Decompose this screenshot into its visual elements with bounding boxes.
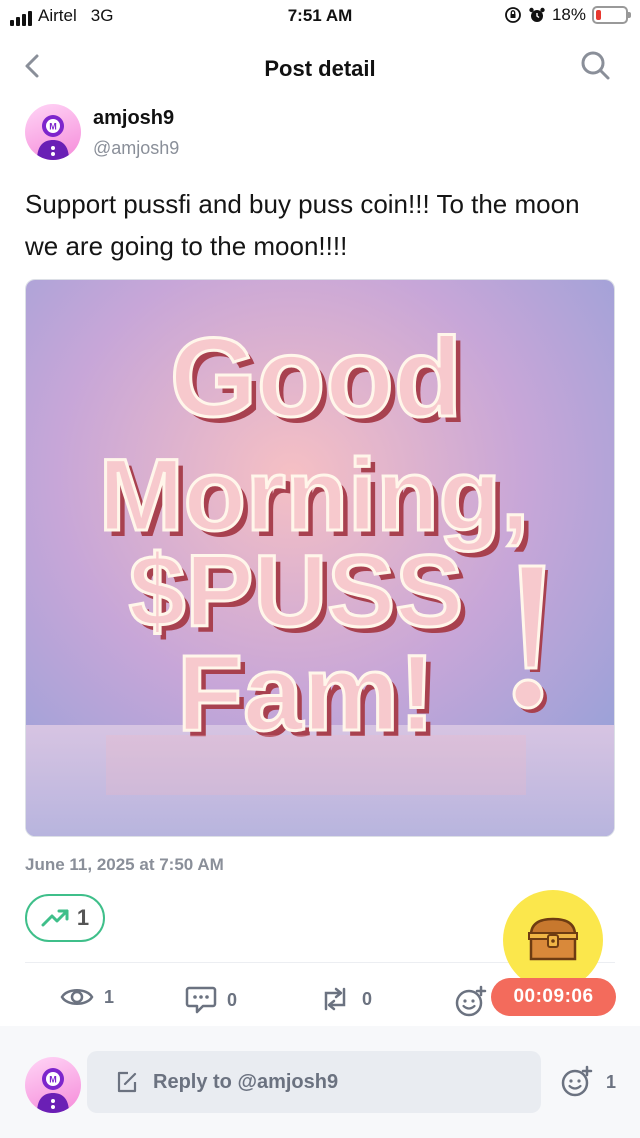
post-timestamp: June 11, 2025 at 7:50 AM: [25, 855, 224, 874]
trending-up-icon: [41, 909, 69, 927]
post-image[interactable]: Good Good Morning, Morning, $PUSS $PUSS …: [25, 279, 615, 837]
add-reaction-icon: [455, 985, 487, 1017]
image-line-4: Fam!: [177, 632, 435, 753]
repost-icon: [324, 987, 346, 1011]
nav-header: Post detail: [0, 34, 640, 100]
reposts-count: 0: [362, 988, 373, 1009]
treasure-chest-icon: [528, 917, 578, 961]
trend-count: 1: [76, 905, 90, 930]
post-text: Support pussfi and buy puss coin!!! To t…: [25, 189, 580, 261]
mascot-avatar-icon: M: [37, 1068, 69, 1113]
views-count: 1: [104, 986, 115, 1007]
comment-icon: [185, 986, 217, 1014]
reply-placeholder: Reply to @amjosh9: [153, 1070, 339, 1093]
image-line-3: $PUSS: [129, 534, 464, 648]
add-reaction-stat[interactable]: [454, 985, 488, 1019]
reaction-count: 1: [606, 1071, 617, 1092]
svg-text:M: M: [49, 1075, 57, 1085]
reaction-button[interactable]: 1: [560, 1065, 616, 1099]
status-bar: Airtel 3G 7:51 AM 18%: [0, 0, 640, 34]
search-icon[interactable]: [578, 48, 612, 82]
svg-text:M: M: [49, 122, 57, 132]
good-morning-image: Good Good Morning, Morning, $PUSS $PUSS …: [26, 280, 614, 836]
views-stat[interactable]: 1: [60, 985, 114, 1009]
reposts-stat[interactable]: 0: [318, 985, 372, 1013]
battery-icon: [592, 6, 631, 24]
trend-button[interactable]: 1: [25, 894, 105, 942]
edit-icon: [117, 1071, 137, 1093]
battery-percent: 18%: [551, 5, 586, 24]
treasure-button[interactable]: [503, 890, 603, 990]
page-title: Post detail: [264, 56, 376, 81]
status-icons: 18%: [504, 5, 631, 25]
orientation-lock-icon: [505, 7, 521, 23]
reward-timer[interactable]: 00:09:06: [491, 978, 616, 1016]
battery-level: [596, 10, 601, 20]
current-user-avatar[interactable]: M: [25, 1057, 81, 1113]
author-name[interactable]: amjosh9: [93, 107, 174, 130]
add-reaction-icon: [561, 1065, 593, 1097]
comments-count: 0: [227, 989, 238, 1010]
author-avatar[interactable]: M: [25, 104, 81, 160]
image-line-1: Good: [170, 315, 462, 440]
author-handle[interactable]: @amjosh9: [93, 138, 179, 159]
alarm-icon: [529, 7, 545, 22]
eye-icon: [60, 989, 94, 1005]
reply-input[interactable]: Reply to @amjosh9: [87, 1051, 541, 1113]
comments-stat[interactable]: 0: [185, 985, 237, 1015]
mascot-avatar-icon: M: [37, 115, 69, 160]
